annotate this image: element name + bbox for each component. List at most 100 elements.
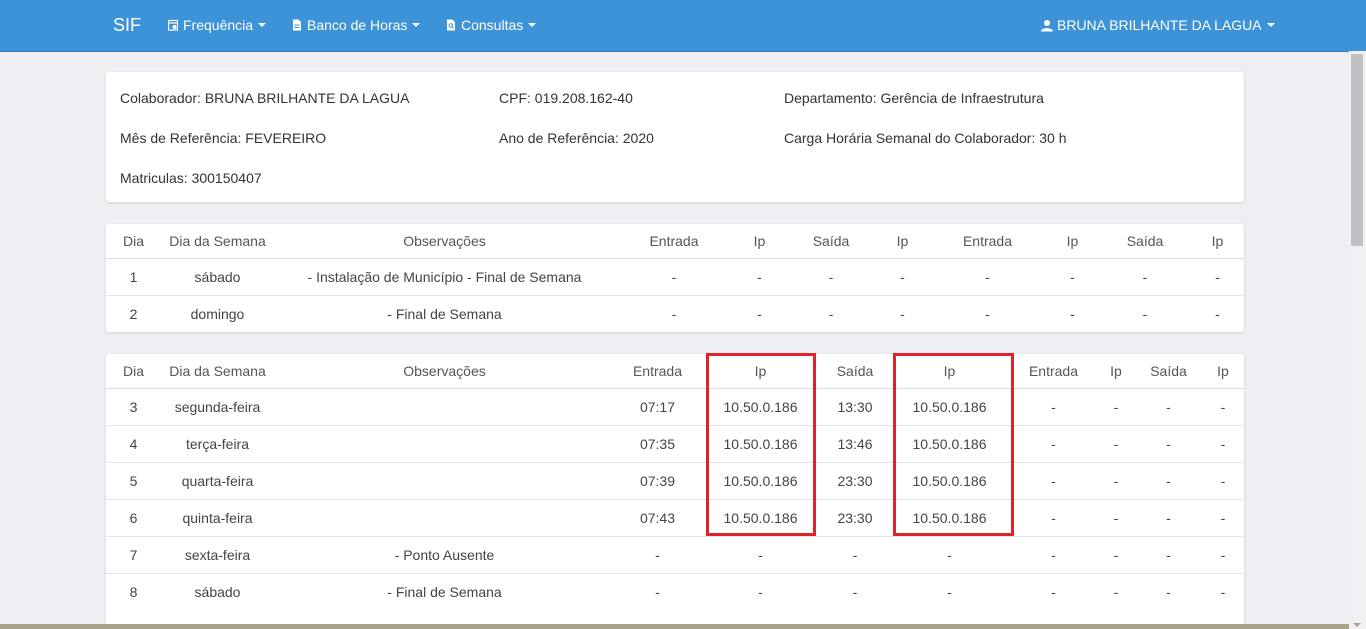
- header-entrada: Entrada: [929, 224, 1046, 259]
- cell-entrada: 07:17: [615, 388, 700, 426]
- cell-ip: -: [1097, 462, 1135, 500]
- cell-entrada: -: [1010, 536, 1097, 574]
- table-row: 7 sexta-feira - Ponto Ausente - - - - - - - -: [106, 536, 1244, 574]
- header-dia: Dia: [106, 354, 161, 389]
- cell-dia-da-semana: segunda-feira: [161, 388, 274, 426]
- ano-referencia-text: Ano de Referência: 2020: [499, 130, 654, 146]
- menu-banco-de-horas-label: Banco de Horas: [307, 17, 408, 33]
- cell-entrada: -: [1010, 462, 1097, 500]
- brand-logo[interactable]: SIF: [113, 15, 141, 36]
- cell-saida: 13:30: [821, 388, 889, 426]
- cell-ip: -: [1097, 573, 1135, 610]
- scroll-down-arrow-icon[interactable]: [1353, 623, 1361, 627]
- cell-ip: -: [700, 573, 821, 610]
- cell-saida: -: [786, 258, 876, 296]
- cell-entrada: -: [615, 258, 733, 296]
- header-ip: Ip: [1097, 354, 1135, 389]
- menu-consultas[interactable]: Consultas: [446, 17, 537, 33]
- header-entrada: Entrada: [615, 354, 700, 389]
- user-menu[interactable]: BRUNA BRILHANTE DA LAGUA: [1041, 17, 1275, 33]
- cell-saida: 23:30: [821, 462, 889, 500]
- highlight-box-ip-saida: [893, 353, 1014, 536]
- cell-dia: 1: [106, 258, 161, 296]
- cell-saida: 13:46: [821, 425, 889, 463]
- user-name: BRUNA BRILHANTE DA LAGUA: [1057, 17, 1262, 33]
- cell-entrada: -: [1010, 388, 1097, 426]
- cell-ip: -: [1097, 536, 1135, 574]
- menu-banco-de-horas[interactable]: Banco de Horas: [292, 17, 421, 33]
- cell-ip: -: [1191, 258, 1244, 296]
- cell-dia: 6: [106, 499, 161, 537]
- cell-ip: -: [1202, 536, 1244, 574]
- menu-consultas-label: Consultas: [461, 17, 524, 33]
- highlight-box-ip-entrada: [706, 353, 816, 536]
- cell-entrada: -: [929, 295, 1046, 332]
- cell-dia: 7: [106, 536, 161, 574]
- week-2-table-card: Dia Dia da Semana Observações Entrada Ip…: [106, 354, 1244, 629]
- week-1-table-card: Dia Dia da Semana Observações Entrada Ip…: [106, 224, 1244, 332]
- cell-ip: -: [1191, 295, 1244, 332]
- cell-observacoes: - Instalação de Município - Final de Sem…: [274, 258, 615, 296]
- cell-saida: -: [1099, 258, 1191, 296]
- chevron-down-icon: [1266, 23, 1275, 27]
- cpf-text: CPF: 019.208.162-40: [499, 90, 633, 106]
- cell-ip: -: [1202, 499, 1244, 537]
- header-dia-da-semana: Dia da Semana: [161, 354, 274, 389]
- header-observacoes: Observações: [274, 224, 615, 259]
- cell-ip: -: [876, 258, 929, 296]
- week-2-table: Dia Dia da Semana Observações Entrada Ip…: [106, 354, 1244, 610]
- cell-entrada: 07:43: [615, 499, 700, 537]
- cell-saida: -: [821, 573, 889, 610]
- cell-observacoes: [274, 425, 615, 463]
- cell-entrada: -: [615, 573, 700, 610]
- cell-ip: -: [1097, 425, 1135, 463]
- cell-dia-da-semana: quinta-feira: [161, 499, 274, 537]
- cell-ip: -: [1097, 499, 1135, 537]
- scrollbar-thumb[interactable]: [1351, 54, 1363, 246]
- mes-referencia-text: Mês de Referência: FEVEREIRO: [120, 130, 327, 146]
- cell-dia: 5: [106, 462, 161, 500]
- cell-entrada: -: [615, 295, 733, 332]
- vertical-scrollbar[interactable]: [1349, 51, 1366, 629]
- cell-entrada: 07:39: [615, 462, 700, 500]
- cell-entrada: -: [1010, 499, 1097, 537]
- cell-ip: -: [1202, 462, 1244, 500]
- header-ip: Ip: [1202, 354, 1244, 389]
- cell-saida: -: [1099, 295, 1191, 332]
- cell-dia: 4: [106, 425, 161, 463]
- cell-entrada: 07:35: [615, 425, 700, 463]
- cell-dia: 3: [106, 388, 161, 426]
- header-ip: Ip: [733, 224, 786, 259]
- cell-dia-da-semana: sábado: [161, 258, 274, 296]
- header-ip: Ip: [876, 224, 929, 259]
- cell-observacoes: - Ponto Ausente: [274, 536, 615, 574]
- header-ip: Ip: [1046, 224, 1099, 259]
- table-row: 6 quinta-feira 07:43 10.50.0.186 23:30 10.50.…: [106, 499, 1244, 537]
- departamento-text: Departamento: Gerência de Infraestrutura: [784, 90, 1044, 106]
- cell-ip: -: [1046, 295, 1099, 332]
- cell-ip: -: [733, 295, 786, 332]
- menu-frequencia-label: Frequência: [183, 17, 254, 33]
- cell-saida: -: [786, 295, 876, 332]
- search-document-icon: [447, 19, 455, 31]
- cell-saida: -: [1135, 388, 1202, 426]
- cell-ip: -: [733, 258, 786, 296]
- calendar-clock-icon: [168, 19, 178, 31]
- menu-frequencia[interactable]: Frequência: [168, 17, 267, 33]
- cell-dia-da-semana: sábado: [161, 573, 274, 610]
- week-2-body: 3 segunda-feira 07:17 10.50.0.186 13:30 10.50…: [106, 388, 1244, 610]
- colaborador-text: Colaborador: BRUNA BRILHANTE DA LAGUA: [120, 90, 410, 106]
- user-icon: [1041, 19, 1053, 31]
- cell-saida: 23:30: [821, 499, 889, 537]
- cell-dia-da-semana: quarta-feira: [161, 462, 274, 500]
- cell-ip: -: [1046, 258, 1099, 296]
- cell-saida: -: [1135, 573, 1202, 610]
- matriculas-text: Matriculas: 300150407: [120, 170, 262, 186]
- cell-observacoes: [274, 462, 615, 500]
- table-row: 1 sábado - Instalação de Município - Final…: [106, 258, 1244, 296]
- cell-entrada: -: [615, 536, 700, 574]
- table-header-row: Dia Dia da Semana Observações Entrada Ip…: [106, 354, 1244, 389]
- header-saida: Saída: [786, 224, 876, 259]
- cell-dia-da-semana: sexta-feira: [161, 536, 274, 574]
- document-icon: [293, 19, 301, 31]
